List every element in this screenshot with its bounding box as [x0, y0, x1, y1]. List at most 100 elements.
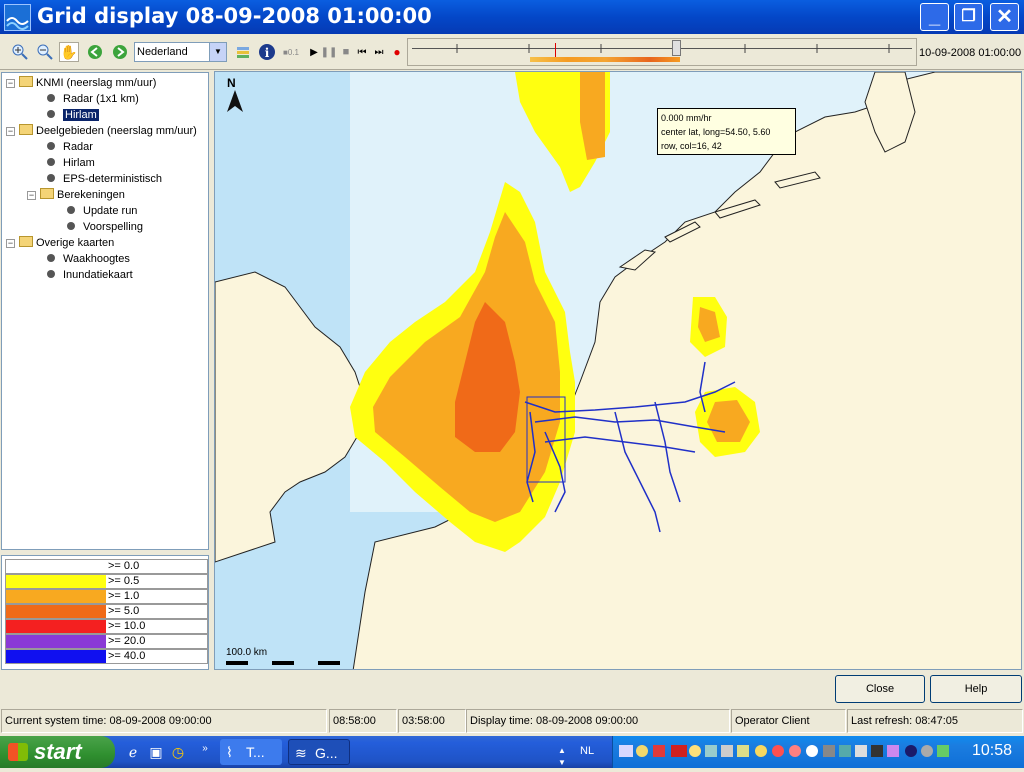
- tray-icon-group: [619, 745, 949, 757]
- leaf-icon: [47, 270, 55, 278]
- legend-swatch: [6, 605, 106, 618]
- tree-node-label: Radar: [63, 141, 93, 153]
- desktop-icon[interactable]: ▣: [146, 742, 166, 762]
- legend-label: >= 0.0: [108, 560, 140, 572]
- status-time-2: 03:58:00: [398, 709, 466, 733]
- collapse-icon[interactable]: −: [6, 79, 15, 88]
- tree-node-label: Deelgebieden (neerslag mm/uur): [36, 125, 197, 137]
- legend-label: >= 40.0: [108, 650, 146, 662]
- maximize-button[interactable]: ❐: [954, 3, 983, 31]
- tooltip-value: 0.000 mm/hr: [661, 113, 712, 123]
- quicklaunch-more-icon[interactable]: »: [195, 738, 215, 758]
- timeline-time: 10-09-2008 01:00:00: [919, 47, 1022, 59]
- status-client: Operator Client: [731, 709, 846, 733]
- legend-row: >= 20.0: [5, 634, 208, 649]
- tree-node-label: Waakhoogtes: [63, 253, 130, 265]
- legend-row: >= 1.0: [5, 589, 208, 604]
- task-button-2-label: G...: [315, 745, 338, 761]
- back-icon[interactable]: [85, 42, 105, 62]
- close-window-button[interactable]: ✕: [990, 3, 1019, 31]
- leaf-icon: [67, 222, 75, 230]
- info-icon[interactable]: i: [257, 42, 277, 62]
- forward-icon[interactable]: [110, 42, 130, 62]
- minimize-button[interactable]: _: [920, 3, 949, 31]
- timeline-thumb[interactable]: [672, 40, 681, 56]
- tray-icons: [619, 745, 949, 757]
- leaf-icon: [47, 254, 55, 262]
- north-arrow: N: [227, 76, 243, 115]
- close-button[interactable]: Close: [835, 675, 925, 703]
- windows-logo-icon: [8, 743, 28, 761]
- legend-label: >= 10.0: [108, 620, 146, 632]
- tree-node-knmi[interactable]: − KNMI (neerslag mm/uur): [6, 76, 156, 90]
- region-select[interactable]: Nederland ▼: [134, 42, 227, 62]
- task-button-1[interactable]: ⌇ T...: [220, 739, 282, 765]
- legend-swatch: [6, 575, 106, 588]
- step-icon[interactable]: ■ 0.1: [281, 42, 301, 62]
- tree-node-overige[interactable]: − Overige kaarten: [6, 236, 114, 250]
- start-label: start: [34, 739, 82, 764]
- chevron-down-icon[interactable]: ▼: [209, 43, 226, 61]
- legend-swatch: [6, 590, 106, 603]
- scale-bar-graphic: [226, 661, 340, 665]
- status-system-time: Current system time: 08-09-2008 09:00:00: [1, 709, 327, 733]
- pan-hand-icon[interactable]: ✋: [59, 42, 79, 62]
- map-canvas[interactable]: [214, 71, 1022, 670]
- browser-icon[interactable]: ℯ: [123, 742, 143, 762]
- svg-text:i: i: [265, 46, 270, 60]
- tree-node-deelgebieden[interactable]: − Deelgebieden (neerslag mm/uur): [6, 124, 197, 138]
- tree-node-label: Inundatiekaart: [63, 269, 133, 281]
- layers-icon[interactable]: [233, 42, 253, 62]
- tree-node-label: Berekeningen: [57, 189, 125, 201]
- legend-swatch: [6, 620, 106, 633]
- tree-node-label: Radar (1x1 km): [63, 93, 139, 105]
- map-tooltip: 0.000 mm/hr center lat, long=54.50, 5.60…: [657, 108, 796, 155]
- collapse-icon[interactable]: −: [6, 127, 15, 136]
- next-icon[interactable]: ⏭: [369, 42, 389, 62]
- tree-node-eps[interactable]: EPS-deterministisch: [47, 172, 162, 186]
- collapse-icon[interactable]: −: [27, 191, 36, 200]
- collapse-icon[interactable]: −: [6, 239, 15, 248]
- tree-node-update-run[interactable]: Update run: [67, 204, 137, 218]
- tooltip-rowcol: row, col=16, 42: [661, 141, 722, 151]
- legend-swatch: [6, 560, 106, 573]
- tree-node-label-selected: Hirlam: [63, 109, 99, 121]
- zoom-out-icon[interactable]: [35, 42, 55, 62]
- folder-icon: [19, 76, 33, 87]
- zoom-in-icon[interactable]: [10, 42, 30, 62]
- tree-node-label: Hirlam: [63, 157, 95, 169]
- tree-node-radar[interactable]: Radar: [47, 140, 93, 154]
- tree-node-radar-1x1[interactable]: Radar (1x1 km): [47, 92, 139, 106]
- language-indicator[interactable]: NL: [580, 745, 594, 757]
- tree-node-hirlam-deel[interactable]: Hirlam: [47, 156, 95, 170]
- task-button-2[interactable]: ≋ G...: [288, 739, 350, 765]
- tree-node-waakhoogtes[interactable]: Waakhoogtes: [47, 252, 130, 266]
- folder-icon: [40, 188, 54, 199]
- legend-row: >= 0.0: [5, 559, 208, 574]
- tree-node-inundatiekaart[interactable]: Inundatiekaart: [47, 268, 133, 282]
- start-button[interactable]: start: [0, 736, 115, 768]
- help-button[interactable]: Help: [930, 675, 1022, 703]
- scroll-down-icon[interactable]: ▼: [552, 752, 572, 772]
- tree-node-hirlam[interactable]: Hirlam: [47, 108, 99, 122]
- tree-node-voorspelling[interactable]: Voorspelling: [67, 220, 143, 234]
- legend-label: >= 0.5: [108, 575, 140, 587]
- status-display-time: Display time: 08-09-2008 09:00:00: [466, 709, 730, 733]
- timeline-slider[interactable]: [407, 38, 917, 66]
- legend-label: >= 1.0: [108, 590, 140, 602]
- folder-icon: [19, 124, 33, 135]
- timeline-ticks: [456, 44, 890, 53]
- system-tray: 10:58: [612, 736, 1024, 768]
- tree-node-berekeningen[interactable]: − Berekeningen: [27, 188, 125, 202]
- toolbar: ✋ Nederland ▼ i ■ 0.1 ▶ ❚❚ ■ ⏮ ⏭ ● 10-09-…: [0, 34, 1024, 70]
- legend-row: >= 0.5: [5, 574, 208, 589]
- scale-label: 100.0 km: [226, 647, 268, 658]
- grid-app-icon: ≋: [295, 745, 307, 761]
- chart-app-icon: ⌇: [226, 744, 233, 760]
- legend-row: >= 5.0: [5, 604, 208, 619]
- record-icon[interactable]: ●: [387, 42, 407, 62]
- map-graphic: [215, 72, 1021, 669]
- tree-node-label: EPS-deterministisch: [63, 173, 163, 185]
- clock-app-icon[interactable]: ◷: [168, 742, 188, 762]
- legend-label: >= 5.0: [108, 605, 140, 617]
